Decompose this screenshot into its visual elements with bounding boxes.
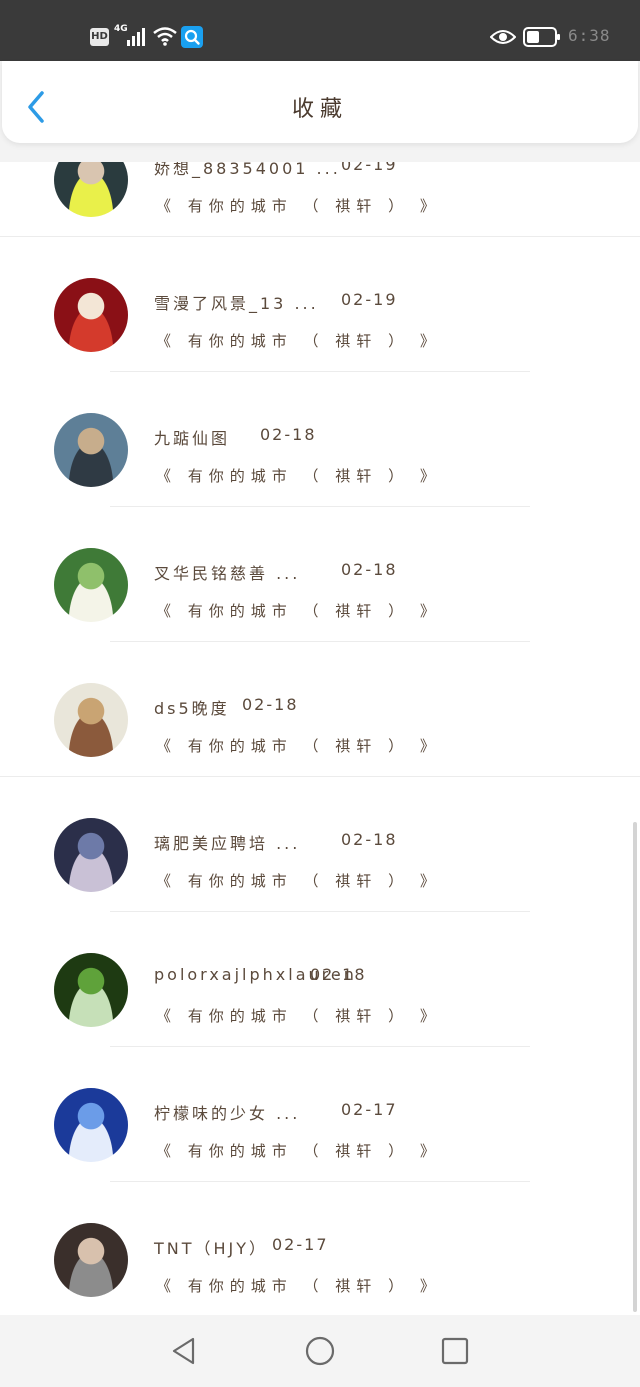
list-item[interactable]: ds5晚度 02-18 《 有你的城市 （ 祺轩 ） 》 [0, 599, 640, 777]
item-date: 02-17 [341, 1100, 398, 1119]
user-name: 璃肥美应聘培 ... [154, 834, 301, 853]
back-triangle-icon[interactable] [168, 1335, 200, 1367]
song-title[interactable]: 《 有你的城市 （ 祺轩 ） 》 [156, 1275, 441, 1296]
item-date: 02-18 [242, 695, 299, 714]
header: 收藏 [0, 61, 640, 162]
scrollbar[interactable] [633, 822, 637, 1312]
list-item[interactable]: TNT（HJY） 02-17 《 有你的城市 （ 祺轩 ） 》 [0, 1139, 640, 1297]
search-app-icon [181, 26, 203, 48]
system-nav-bar [0, 1315, 640, 1387]
item-date: 02-18 [260, 425, 317, 444]
favorites-list: 娇想_88354001 ... 02-19 《 有你的城市 （ 祺轩 ） 》雪漫了风… [0, 162, 640, 1315]
item-date: 02-18 [310, 965, 367, 984]
list-item[interactable]: 九踮仙图 02-18 《 有你的城市 （ 祺轩 ） 》 [0, 329, 640, 507]
avatar[interactable] [54, 1223, 128, 1297]
item-date: 02-19 [341, 290, 398, 309]
clock: 6:38 [568, 26, 611, 45]
hd-icon: HD [90, 28, 109, 46]
home-circle-icon[interactable] [304, 1335, 336, 1367]
item-date: 02-19 [341, 162, 398, 174]
list-item[interactable]: 娇想_88354001 ... 02-19 《 有你的城市 （ 祺轩 ） 》 [0, 162, 640, 237]
eye-icon [490, 30, 516, 44]
item-date: 02-18 [341, 830, 398, 849]
recents-square-icon[interactable] [439, 1335, 471, 1367]
user-name: 柠檬味的少女 ... [154, 1104, 301, 1123]
item-date: 02-17 [272, 1235, 329, 1254]
header-card: 收藏 [2, 61, 638, 143]
list-item[interactable]: polorxajlphxlauren 02-18 《 有你的城市 （ 祺轩 ） 》 [0, 869, 640, 1047]
page-title: 收藏 [291, 97, 348, 122]
user-name: TNT（HJY） [154, 1239, 269, 1258]
battery-icon [523, 27, 560, 47]
user-name: 叉华民铭慈善 ... [154, 564, 301, 583]
user-name: 雪漫了风景_13 ... [154, 294, 319, 313]
signal-icon [127, 28, 145, 46]
user-name: 娇想_88354001 ... [154, 162, 341, 178]
list-item[interactable]: 雪漫了风景_13 ... 02-19 《 有你的城市 （ 祺轩 ） 》 [0, 194, 640, 372]
list-item[interactable]: 叉华民铭慈善 ... 02-18 《 有你的城市 （ 祺轩 ） 》 [0, 464, 640, 642]
list-item[interactable]: 璃肥美应聘培 ... 02-18 《 有你的城市 （ 祺轩 ） 》 [0, 734, 640, 912]
user-name: ds5晚度 [154, 699, 230, 718]
status-bar: HD 4G 6:38 [0, 0, 640, 61]
wifi-icon [153, 27, 177, 46]
list-item[interactable]: 柠檬味的少女 ... 02-17 《 有你的城市 （ 祺轩 ） 》 [0, 1004, 640, 1182]
item-date: 02-18 [341, 560, 398, 579]
user-name: 九踮仙图 [154, 429, 231, 448]
